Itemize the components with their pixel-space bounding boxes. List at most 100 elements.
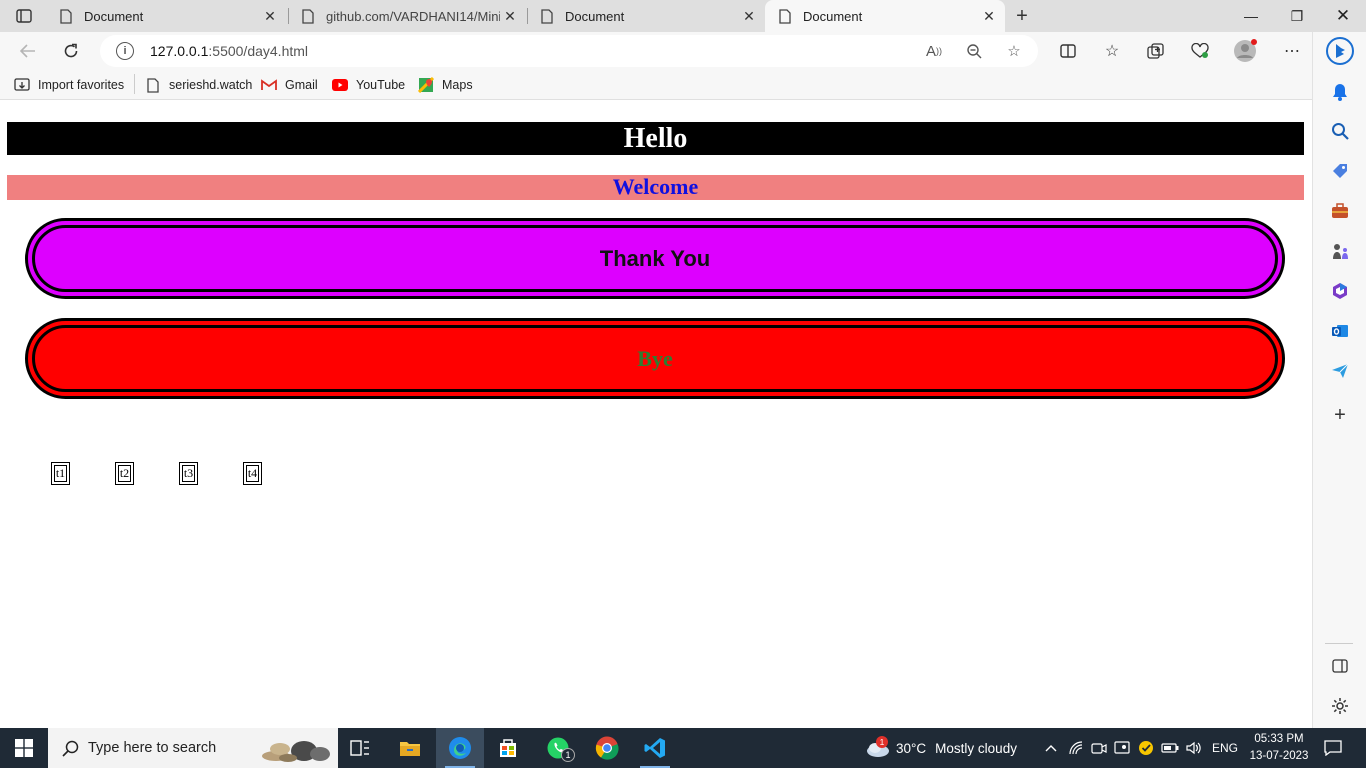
chrome-button[interactable]: [583, 728, 631, 768]
refresh-button[interactable]: [56, 36, 86, 66]
back-button[interactable]: [13, 36, 43, 66]
bookmark-gmail[interactable]: Gmail: [261, 76, 318, 94]
maps-icon: [418, 77, 434, 93]
notification-bell-icon[interactable]: [1329, 81, 1351, 103]
restore-button[interactable]: ❐: [1274, 0, 1320, 32]
weather-widget-icon[interactable]: 1: [860, 728, 896, 768]
tab-document-1[interactable]: Document ✕: [46, 0, 286, 32]
whatsapp-button[interactable]: 1: [534, 728, 582, 768]
close-window-button[interactable]: ✕: [1320, 0, 1366, 32]
close-tab-icon[interactable]: ✕: [260, 6, 280, 26]
favorites-bar: Import favorites serieshd.watch Gmail Yo…: [0, 70, 1312, 100]
windows-logo-icon: [15, 739, 33, 757]
thank-you-text: Thank You: [32, 225, 1278, 292]
volume-icon[interactable]: [1184, 738, 1204, 758]
store-bag-icon: [500, 739, 516, 757]
address-bar[interactable]: i 127.0.0.1:5500/day4.html A)) ☆: [100, 35, 1038, 67]
minimize-icon: —: [1244, 8, 1258, 24]
bookmark-maps[interactable]: Maps: [418, 76, 473, 94]
tools-briefcase-icon[interactable]: [1329, 200, 1351, 222]
plus-icon: +: [1016, 4, 1028, 27]
zoom-out-icon[interactable]: [964, 41, 984, 61]
t1-label: t1: [54, 465, 67, 482]
youtube-icon: [332, 77, 348, 93]
show-hidden-icons-chevron-icon[interactable]: [1041, 738, 1061, 758]
shopping-tag-icon[interactable]: [1329, 160, 1351, 182]
battery-icon[interactable]: [1160, 738, 1180, 758]
bookmark-label: serieshd.watch: [169, 78, 253, 92]
microsoft-store-button[interactable]: [484, 728, 532, 768]
search-icon[interactable]: [1329, 120, 1351, 142]
tab-document-2[interactable]: Document ✕: [527, 0, 765, 32]
folder-icon: [400, 742, 420, 756]
edge-taskbar-button[interactable]: [436, 728, 484, 768]
t3-box: t3: [179, 462, 198, 485]
add-plus-icon[interactable]: +: [1329, 404, 1351, 426]
weather-text[interactable]: 30°C Mostly cloudy: [896, 728, 1017, 768]
thank-you-box: Thank You: [25, 218, 1285, 299]
bookmark-label: Maps: [442, 78, 473, 92]
search-icon: [60, 738, 80, 758]
restore-icon: ❐: [1290, 7, 1304, 24]
office-icon[interactable]: [1329, 280, 1351, 302]
task-view-button[interactable]: [336, 728, 384, 768]
search-highlight-image-icon: [258, 734, 334, 762]
games-chess-icon[interactable]: [1329, 240, 1351, 262]
import-icon: [14, 77, 30, 93]
site-info-icon[interactable]: i: [116, 42, 134, 60]
browser-toolbar: i 127.0.0.1:5500/day4.html A)) ☆ ☆ ⋯: [0, 32, 1312, 70]
settings-gear-icon[interactable]: [1329, 695, 1351, 717]
favorites-icon[interactable]: ☆: [1099, 38, 1125, 64]
language-indicator[interactable]: ENG: [1212, 728, 1238, 768]
system-clock[interactable]: 05:33 PM 13-07-2023: [1244, 731, 1314, 765]
norton-icon[interactable]: [1136, 738, 1156, 758]
sidebar-divider: [1325, 643, 1353, 644]
edge-sidebar: +: [1312, 32, 1366, 728]
minimize-button[interactable]: —: [1228, 0, 1274, 32]
clock-date: 13-07-2023: [1249, 750, 1309, 762]
network-icon[interactable]: [1066, 738, 1086, 758]
clock-time: 05:33 PM: [1254, 733, 1304, 745]
profile-avatar[interactable]: [1232, 38, 1258, 64]
windows-taskbar: Type here to search 1 1 30°C Mostly clou…: [0, 728, 1366, 768]
close-tab-icon[interactable]: ✕: [500, 6, 520, 26]
t3-label: t3: [182, 465, 195, 482]
gmail-icon: [261, 77, 277, 93]
bookmark-serieshd[interactable]: serieshd.watch: [145, 76, 252, 94]
tab-github[interactable]: github.com/VARDHANI14/Mini_p ✕: [288, 0, 526, 32]
vscode-button[interactable]: [631, 728, 679, 768]
favorite-star-icon[interactable]: ☆: [1004, 41, 1024, 61]
send-arrow-icon[interactable]: [1329, 360, 1351, 382]
new-tab-button[interactable]: +: [1010, 4, 1034, 28]
notification-center-icon[interactable]: [1323, 738, 1343, 758]
start-button[interactable]: [0, 728, 48, 768]
page-icon: [58, 8, 74, 24]
split-screen-icon[interactable]: [1055, 38, 1081, 64]
bookmark-label: YouTube: [356, 78, 406, 92]
t2-label: t2: [118, 465, 131, 482]
more-options-icon[interactable]: ⋯: [1279, 38, 1305, 64]
welcome-heading: Welcome: [7, 175, 1304, 200]
chrome-icon: [595, 736, 619, 760]
bing-chat-icon[interactable]: [1325, 36, 1355, 66]
tab-actions-button[interactable]: [8, 4, 40, 28]
collections-icon[interactable]: [1143, 38, 1169, 64]
read-aloud-icon[interactable]: A)): [924, 41, 944, 61]
bookmark-import-favorites[interactable]: Import favorites: [14, 76, 124, 94]
page-icon: [539, 8, 555, 24]
tab-document-active[interactable]: Document ✕: [765, 0, 1005, 32]
browser-essentials-icon[interactable]: [1187, 38, 1213, 64]
display-icon[interactable]: [1112, 738, 1132, 758]
close-tab-icon[interactable]: ✕: [739, 6, 759, 26]
bookmark-youtube[interactable]: YouTube: [332, 76, 405, 94]
t2-box: t2: [115, 462, 134, 485]
outlook-icon[interactable]: [1329, 320, 1351, 342]
close-tab-icon[interactable]: ✕: [979, 6, 999, 26]
file-explorer-button[interactable]: [386, 728, 434, 768]
camera-icon[interactable]: [1089, 738, 1109, 758]
taskbar-search-box[interactable]: Type here to search: [48, 728, 338, 768]
tab-title: Document: [803, 8, 863, 24]
bookmark-divider: [134, 74, 135, 94]
hide-sidebar-icon[interactable]: [1329, 655, 1351, 677]
url-text: 127.0.0.1:5500/day4.html: [150, 43, 309, 59]
